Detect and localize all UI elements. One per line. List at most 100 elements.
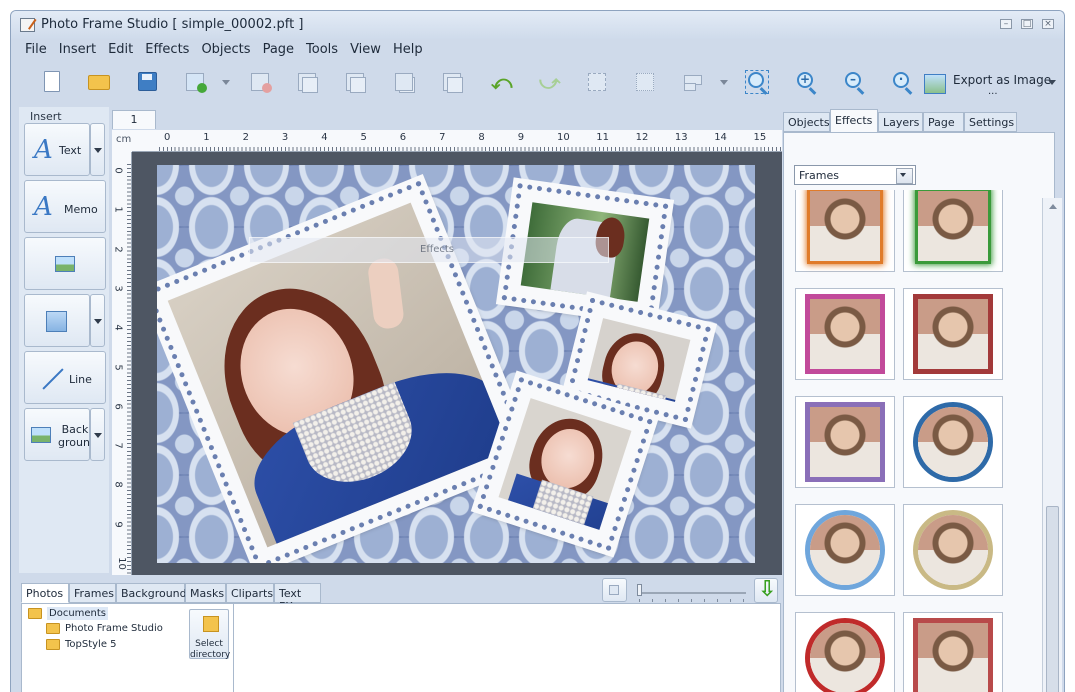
gallery-scrollbar[interactable] bbox=[1042, 198, 1062, 692]
add-page-button[interactable] bbox=[182, 69, 208, 95]
insert-background-label: Back ground bbox=[58, 423, 97, 449]
insert-background-button[interactable]: Back ground bbox=[24, 408, 97, 461]
scrollbar-thumb[interactable] bbox=[1046, 506, 1059, 692]
ruler-number: 0 bbox=[112, 167, 124, 174]
tab-frames[interactable]: Frames bbox=[69, 583, 116, 603]
frame-thumbnail[interactable] bbox=[795, 190, 895, 272]
menu-edit[interactable]: Edit bbox=[108, 39, 145, 61]
ruler-number: 2 bbox=[242, 132, 249, 143]
tree-item[interactable]: Photo Frame Studio bbox=[46, 623, 163, 634]
frame-thumbnail[interactable] bbox=[795, 504, 895, 596]
send-backward-button[interactable] bbox=[391, 69, 417, 95]
ruler-number: 6 bbox=[112, 403, 124, 410]
insert-background-dropdown[interactable] bbox=[90, 408, 105, 461]
tab-effects[interactable]: Effects bbox=[830, 109, 878, 132]
frame-preview bbox=[810, 407, 880, 477]
menu-insert[interactable]: Insert bbox=[59, 39, 108, 61]
ruler-number: 9 bbox=[112, 521, 124, 528]
tree-root[interactable]: Documents bbox=[28, 607, 109, 620]
frame-preview bbox=[918, 299, 988, 369]
tab-background[interactable]: Background bbox=[116, 583, 187, 603]
insert-line-button[interactable]: Line bbox=[24, 351, 106, 404]
frame-preview bbox=[810, 299, 880, 369]
insert-memo-button[interactable]: A Memo bbox=[24, 180, 106, 233]
zoom-out-button[interactable]: – bbox=[841, 69, 867, 95]
zoom-actual-button[interactable]: · bbox=[889, 69, 915, 95]
frame-thumbnail[interactable] bbox=[903, 504, 1003, 596]
ruler-number: 7 bbox=[112, 442, 124, 449]
undo-button[interactable]: ⤺ bbox=[487, 69, 513, 95]
scroll-up-icon[interactable] bbox=[1049, 204, 1057, 209]
frame-thumbnail[interactable] bbox=[903, 396, 1003, 488]
insert-shape-dropdown[interactable] bbox=[90, 294, 105, 347]
tab-layers[interactable]: Layers bbox=[878, 112, 923, 132]
tab-settings[interactable]: Settings bbox=[964, 112, 1017, 132]
ruler-number: 14 bbox=[714, 132, 727, 143]
close-button[interactable]: × bbox=[1042, 19, 1054, 29]
minimize-button[interactable]: – bbox=[1000, 19, 1012, 29]
frame-thumbnail[interactable] bbox=[903, 288, 1003, 380]
add-page-dropdown[interactable] bbox=[222, 80, 230, 85]
menu-help[interactable]: Help bbox=[393, 39, 435, 61]
redo-button[interactable]: ⤻ bbox=[535, 69, 561, 95]
menu-effects[interactable]: Effects bbox=[145, 39, 201, 61]
frame-preview bbox=[918, 407, 988, 477]
frame-thumbnail[interactable] bbox=[795, 396, 895, 488]
fit-page-button[interactable] bbox=[744, 69, 770, 95]
open-folder-icon bbox=[88, 75, 110, 90]
zoom-in-button[interactable]: + bbox=[793, 69, 819, 95]
insert-text-label: Text bbox=[59, 144, 82, 157]
maximize-button[interactable]: □ bbox=[1021, 19, 1033, 29]
photo-page[interactable]: Effects bbox=[157, 165, 755, 563]
menu-page[interactable]: Page bbox=[263, 39, 306, 61]
open-button[interactable] bbox=[86, 69, 112, 95]
slider-handle[interactable] bbox=[637, 584, 642, 596]
menu-objects[interactable]: Objects bbox=[201, 39, 262, 61]
bring-forward-button[interactable] bbox=[342, 69, 368, 95]
ruler-number: 5 bbox=[112, 363, 124, 371]
copy-button[interactable] bbox=[294, 69, 320, 95]
effects-category-select[interactable]: Frames bbox=[794, 165, 916, 185]
export-label: Export as Image bbox=[953, 73, 1052, 87]
tab-objects[interactable]: Objects bbox=[783, 112, 830, 132]
menu-tools[interactable]: Tools bbox=[306, 39, 350, 61]
align-button[interactable] bbox=[680, 69, 706, 95]
floating-effects-toolbar[interactable]: Effects bbox=[249, 237, 609, 263]
export-image-button[interactable]: Export as Image ... bbox=[924, 69, 1056, 99]
save-button[interactable] bbox=[134, 69, 160, 95]
menu-file[interactable]: File bbox=[25, 39, 59, 61]
add-to-page-button[interactable] bbox=[754, 577, 778, 603]
thumbnail-size-slider[interactable] bbox=[638, 592, 746, 594]
ruler-number: 5 bbox=[360, 132, 367, 143]
frame-thumbnail[interactable] bbox=[903, 190, 1003, 272]
tab-masks[interactable]: Masks bbox=[185, 583, 226, 603]
tab-page[interactable]: Page bbox=[923, 112, 964, 132]
insert-panel: Insert A Text A Memo Line Back ground bbox=[19, 107, 109, 573]
align-dropdown[interactable] bbox=[720, 80, 728, 85]
group-button[interactable] bbox=[439, 69, 465, 95]
crop-button[interactable] bbox=[632, 69, 658, 95]
tab-text-fx[interactable]: Text FX bbox=[274, 583, 321, 613]
thumbnail-view-button[interactable] bbox=[602, 578, 627, 602]
page-tab-1[interactable]: 1 bbox=[112, 110, 156, 129]
main-toolbar: ⤺ ⤻ + – · Export as Image ... bbox=[11, 63, 1064, 105]
frame-thumbnail[interactable] bbox=[903, 612, 1003, 692]
delete-page-button[interactable] bbox=[247, 69, 273, 95]
select-all-button[interactable] bbox=[584, 69, 610, 95]
menu-view[interactable]: View bbox=[350, 39, 393, 61]
insert-text-button[interactable]: A Text bbox=[24, 123, 90, 176]
tree-item[interactable]: TopStyle 5 bbox=[46, 639, 117, 650]
tab-photos[interactable]: Photos bbox=[21, 583, 69, 603]
tab-cliparts[interactable]: Cliparts bbox=[226, 583, 274, 603]
insert-image-button[interactable] bbox=[24, 237, 106, 290]
frame-thumbnail[interactable] bbox=[795, 612, 895, 692]
ruler-number: 1 bbox=[203, 132, 210, 143]
new-document-button[interactable] bbox=[39, 69, 65, 95]
select-directory-button[interactable]: Select directory bbox=[189, 609, 230, 660]
right-tab-strip: Objects Effects Layers Page Settings bbox=[783, 109, 1064, 132]
export-dropdown-icon[interactable] bbox=[1048, 80, 1056, 85]
insert-text-dropdown[interactable] bbox=[90, 123, 105, 176]
frame-thumbnail[interactable] bbox=[795, 288, 895, 380]
insert-shape-button[interactable] bbox=[24, 294, 90, 347]
app-window: Photo Frame Studio [ simple_00002.pft ] … bbox=[10, 10, 1065, 692]
